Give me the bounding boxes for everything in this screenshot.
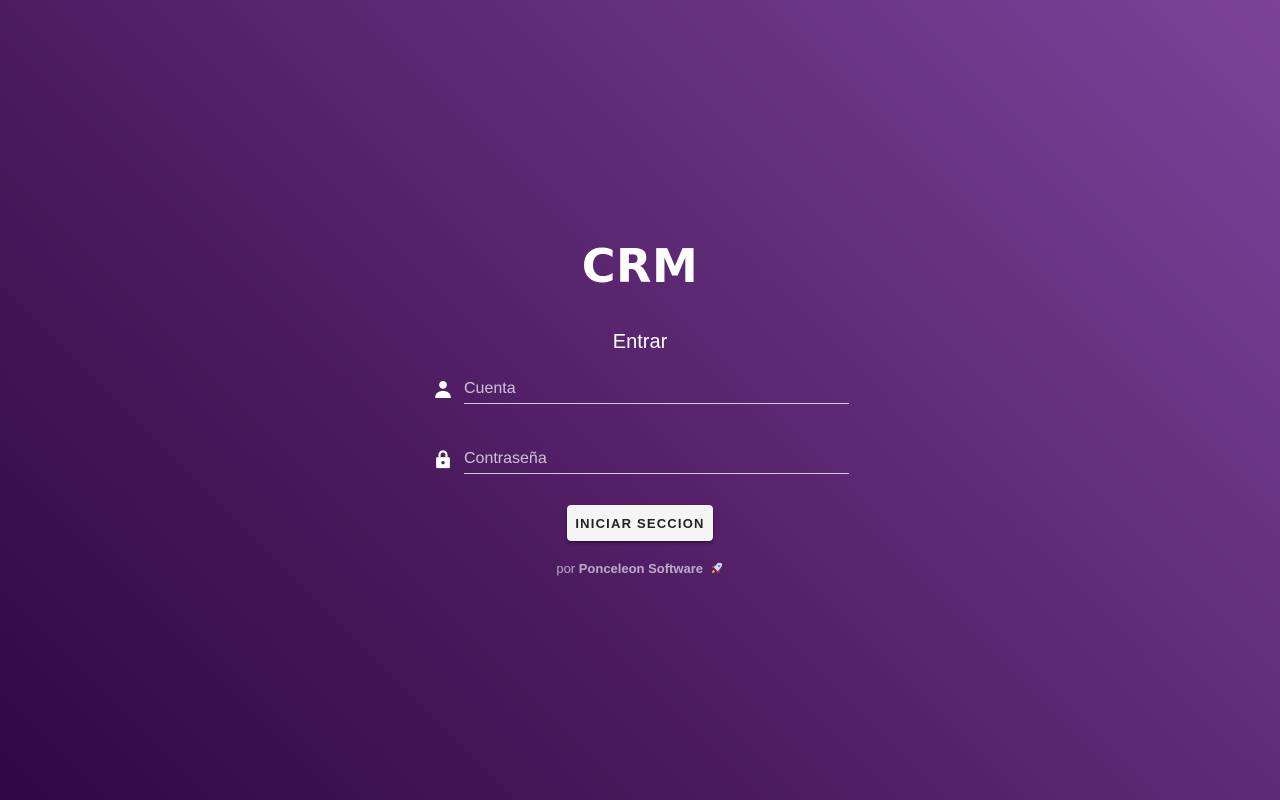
- account-input[interactable]: [464, 374, 849, 404]
- login-panel: CRM Entrar INICIAR SECCION por Ponceleon…: [0, 0, 1280, 800]
- company-name: Ponceleon Software: [578, 561, 704, 576]
- login-button[interactable]: INICIAR SECCION: [567, 505, 713, 541]
- footer-credit: por Ponceleon Software: [0, 560, 1280, 578]
- lock-icon: [432, 448, 454, 470]
- password-input[interactable]: [464, 444, 849, 474]
- rocket-icon: [710, 561, 724, 575]
- app-title: CRM: [581, 239, 699, 293]
- person-icon: [432, 378, 454, 400]
- password-field-row: [430, 440, 850, 480]
- footer-prefix: por: [556, 561, 576, 576]
- login-heading: Entrar: [612, 331, 668, 353]
- account-field-row: [430, 370, 850, 410]
